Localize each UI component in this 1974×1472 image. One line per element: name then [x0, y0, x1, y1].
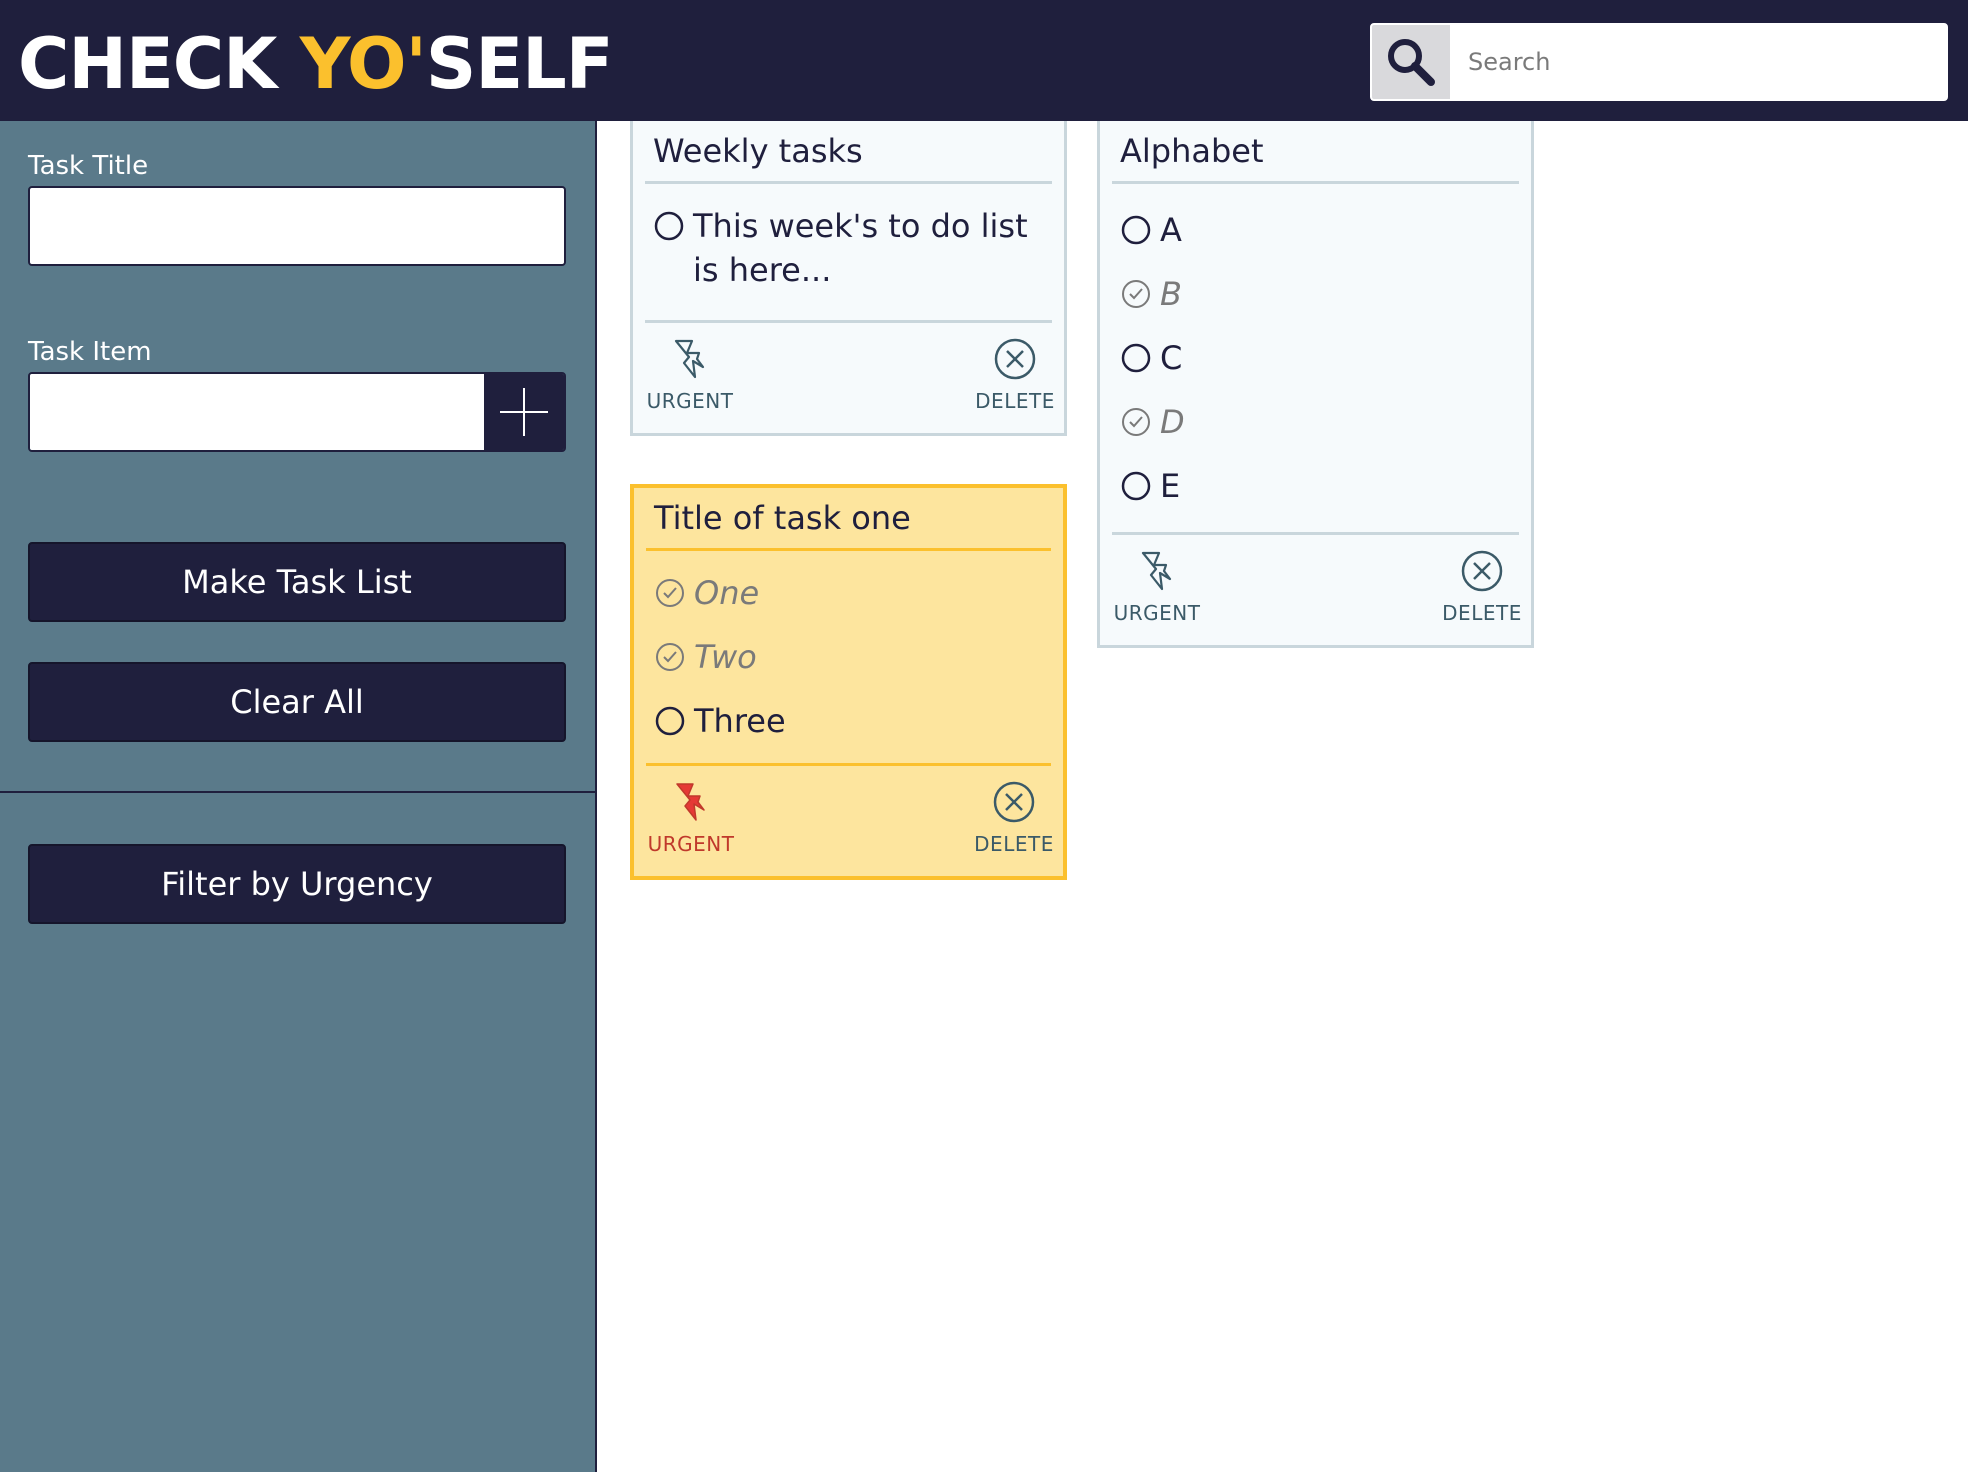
task-item[interactable]: Two [654, 635, 1043, 679]
close-circle-icon [993, 781, 1035, 823]
task-card: Alphabet A B C D E URGENT DELETE [1097, 121, 1534, 648]
task-item-text: One [694, 574, 760, 612]
task-item[interactable]: One [654, 571, 1043, 615]
task-title-label: Task Title [28, 151, 149, 181]
lightning-outline-icon [1141, 551, 1172, 591]
logo-part-1: CHECK [18, 23, 300, 105]
make-task-list-button[interactable]: Make Task List [28, 542, 566, 622]
urgent-label: URGENT [1113, 601, 1201, 625]
task-item[interactable]: C [1120, 336, 1511, 380]
task-item[interactable]: A [1120, 208, 1511, 252]
urgent-button[interactable]: URGENT [1112, 547, 1202, 625]
add-item-button[interactable] [484, 374, 564, 450]
task-item[interactable]: B [1120, 272, 1511, 316]
lightning-outline-icon [674, 339, 705, 379]
card-title: Alphabet [1112, 121, 1519, 184]
checked-circle-icon[interactable] [1120, 278, 1152, 310]
delete-label: DELETE [974, 832, 1054, 856]
delete-button[interactable]: DELETE [969, 778, 1059, 856]
task-item-label: Task Item [28, 337, 152, 367]
urgent-label: URGENT [647, 832, 735, 856]
logo-accent: YO' [299, 23, 427, 105]
unchecked-circle-icon[interactable] [1120, 342, 1152, 374]
urgent-label: URGENT [646, 389, 734, 413]
task-item-row [28, 372, 566, 452]
magnifier-icon [1388, 39, 1435, 86]
task-item-text: This week's to do list is here... [693, 207, 1028, 289]
filter-by-urgency-button[interactable]: Filter by Urgency [28, 844, 566, 924]
app-logo: CHECK YO'SELF [18, 22, 614, 106]
task-item[interactable]: D [1120, 400, 1511, 444]
task-item[interactable]: This week's to do list is here... [653, 204, 1044, 292]
delete-button[interactable]: DELETE [1437, 547, 1527, 625]
unchecked-circle-icon[interactable] [653, 210, 685, 242]
search-input[interactable] [1450, 25, 1946, 99]
unchecked-circle-icon[interactable] [1120, 470, 1152, 502]
task-item-text: Three [694, 702, 786, 740]
task-title-input[interactable] [28, 186, 566, 266]
task-card: Weekly tasks This week's to do list is h… [630, 121, 1067, 436]
checked-circle-icon[interactable] [1120, 406, 1152, 438]
task-item[interactable]: Three [654, 699, 1043, 743]
delete-label: DELETE [1442, 601, 1522, 625]
card-footer: URGENT DELETE [1112, 535, 1521, 645]
close-circle-icon [994, 338, 1036, 380]
lightning-filled-icon [676, 783, 705, 821]
unchecked-circle-icon[interactable] [654, 705, 686, 737]
app-header: CHECK YO'SELF [0, 0, 1968, 121]
plus-icon [500, 388, 548, 436]
task-card-urgent: Title of task one One Two Three URGENT D… [630, 484, 1067, 880]
sidebar: Task Title Task Item Make Task List Clea… [0, 121, 597, 1472]
delete-button[interactable]: DELETE [970, 335, 1060, 413]
card-title: Weekly tasks [645, 121, 1052, 184]
logo-part-2: SELF [425, 23, 614, 105]
search-button[interactable] [1372, 25, 1450, 99]
card-items: A B C D E [1112, 184, 1519, 535]
urgent-button[interactable]: URGENT [646, 778, 736, 856]
checked-circle-icon[interactable] [654, 577, 686, 609]
card-footer: URGENT DELETE [646, 766, 1053, 876]
card-items: One Two Three [646, 551, 1051, 766]
task-item-text: B [1160, 275, 1182, 313]
task-item-text: A [1160, 211, 1182, 249]
task-item-text: D [1160, 403, 1185, 441]
sidebar-divider [0, 791, 597, 793]
close-circle-icon [1461, 550, 1503, 592]
task-item-text: E [1160, 467, 1181, 505]
delete-label: DELETE [975, 389, 1055, 413]
card-title: Title of task one [646, 488, 1051, 551]
card-items: This week's to do list is here... [645, 184, 1052, 323]
task-item[interactable]: E [1120, 464, 1511, 508]
urgent-button[interactable]: URGENT [645, 335, 735, 413]
checked-circle-icon[interactable] [654, 641, 686, 673]
task-item-text: C [1160, 339, 1183, 377]
clear-all-button[interactable]: Clear All [28, 662, 566, 742]
search-bar [1370, 23, 1948, 101]
task-item-input[interactable] [30, 374, 484, 450]
unchecked-circle-icon[interactable] [1120, 214, 1152, 246]
card-footer: URGENT DELETE [645, 323, 1054, 433]
task-item-text: Two [694, 638, 757, 676]
